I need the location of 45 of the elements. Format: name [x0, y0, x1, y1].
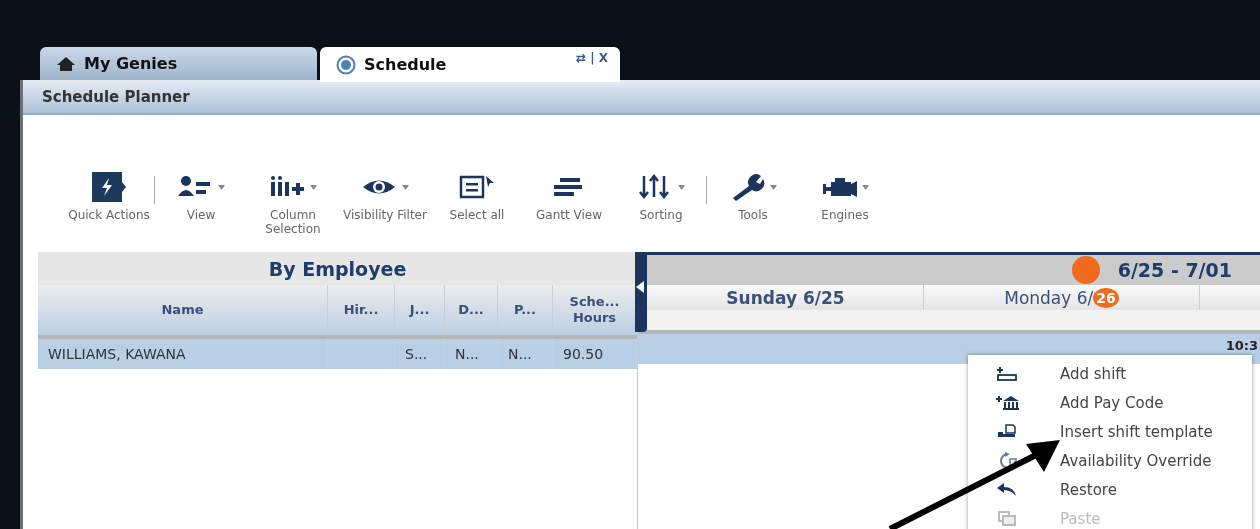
column-header[interactable]: Name	[38, 285, 328, 335]
table-row[interactable]: WILLIAMS, KAWANA S... N... N... 90.50	[38, 339, 637, 369]
lightning-icon	[90, 170, 128, 204]
menu-item[interactable]: Insert shift template	[968, 417, 1252, 446]
today-badge: 26	[1093, 287, 1119, 308]
tab[interactable]: Schedule ⇄ | X	[320, 47, 620, 82]
collapse-handle[interactable]	[635, 252, 647, 332]
window-title: Schedule Planner	[23, 80, 1260, 115]
caret-icon	[310, 184, 317, 190]
menu-item[interactable]: Add Pay Code	[968, 388, 1252, 417]
tab[interactable]: My Genies	[40, 47, 317, 80]
toolbar-button[interactable]: Quick Actions	[63, 170, 155, 222]
home-icon	[56, 55, 76, 72]
caret-icon	[218, 184, 225, 190]
shift-time: 10:3	[1225, 338, 1258, 353]
menu-item[interactable]: Add shift	[968, 359, 1252, 388]
column-header[interactable]: D...	[445, 285, 498, 335]
target-icon	[336, 54, 356, 75]
table-cell: WILLIAMS, KAWANA	[48, 346, 186, 362]
toolbar-button[interactable]: Sorting	[615, 170, 707, 222]
table-cell: S...	[405, 346, 428, 362]
column-header[interactable]: Hir...	[328, 285, 395, 335]
table-cell: N...	[508, 346, 532, 362]
caret-icon	[770, 184, 777, 190]
column-header[interactable]: J...	[395, 285, 445, 335]
bank-plus-icon	[996, 394, 1020, 411]
caret-icon	[862, 184, 869, 190]
toolbar-button[interactable]: Tools	[707, 170, 799, 222]
caret-icon	[678, 184, 685, 190]
grid-title: By Employee	[38, 252, 637, 285]
menu-item[interactable]: Restore	[968, 475, 1252, 504]
toolbar-button[interactable]: View	[155, 170, 247, 222]
tab-actions[interactable]: ⇄ | X	[575, 51, 608, 65]
toolbar-button[interactable]: Select all	[431, 170, 523, 222]
toolbar-button[interactable]: Gantt View	[523, 170, 615, 222]
table-cell: N...	[455, 346, 479, 362]
date-range: 6/25 - 7/01	[1117, 259, 1232, 281]
column-header[interactable]: P...	[498, 285, 553, 335]
toolbar-button[interactable]: Engines	[799, 170, 891, 222]
add-bar-icon	[996, 365, 1020, 382]
caret-icon	[402, 184, 409, 190]
status-dot	[1071, 256, 1100, 284]
toolbar-button[interactable]: Visibility Filter	[339, 170, 431, 222]
table-cell: 90.50	[563, 346, 604, 362]
toolbar-button[interactable]: Column Selection	[247, 170, 339, 236]
